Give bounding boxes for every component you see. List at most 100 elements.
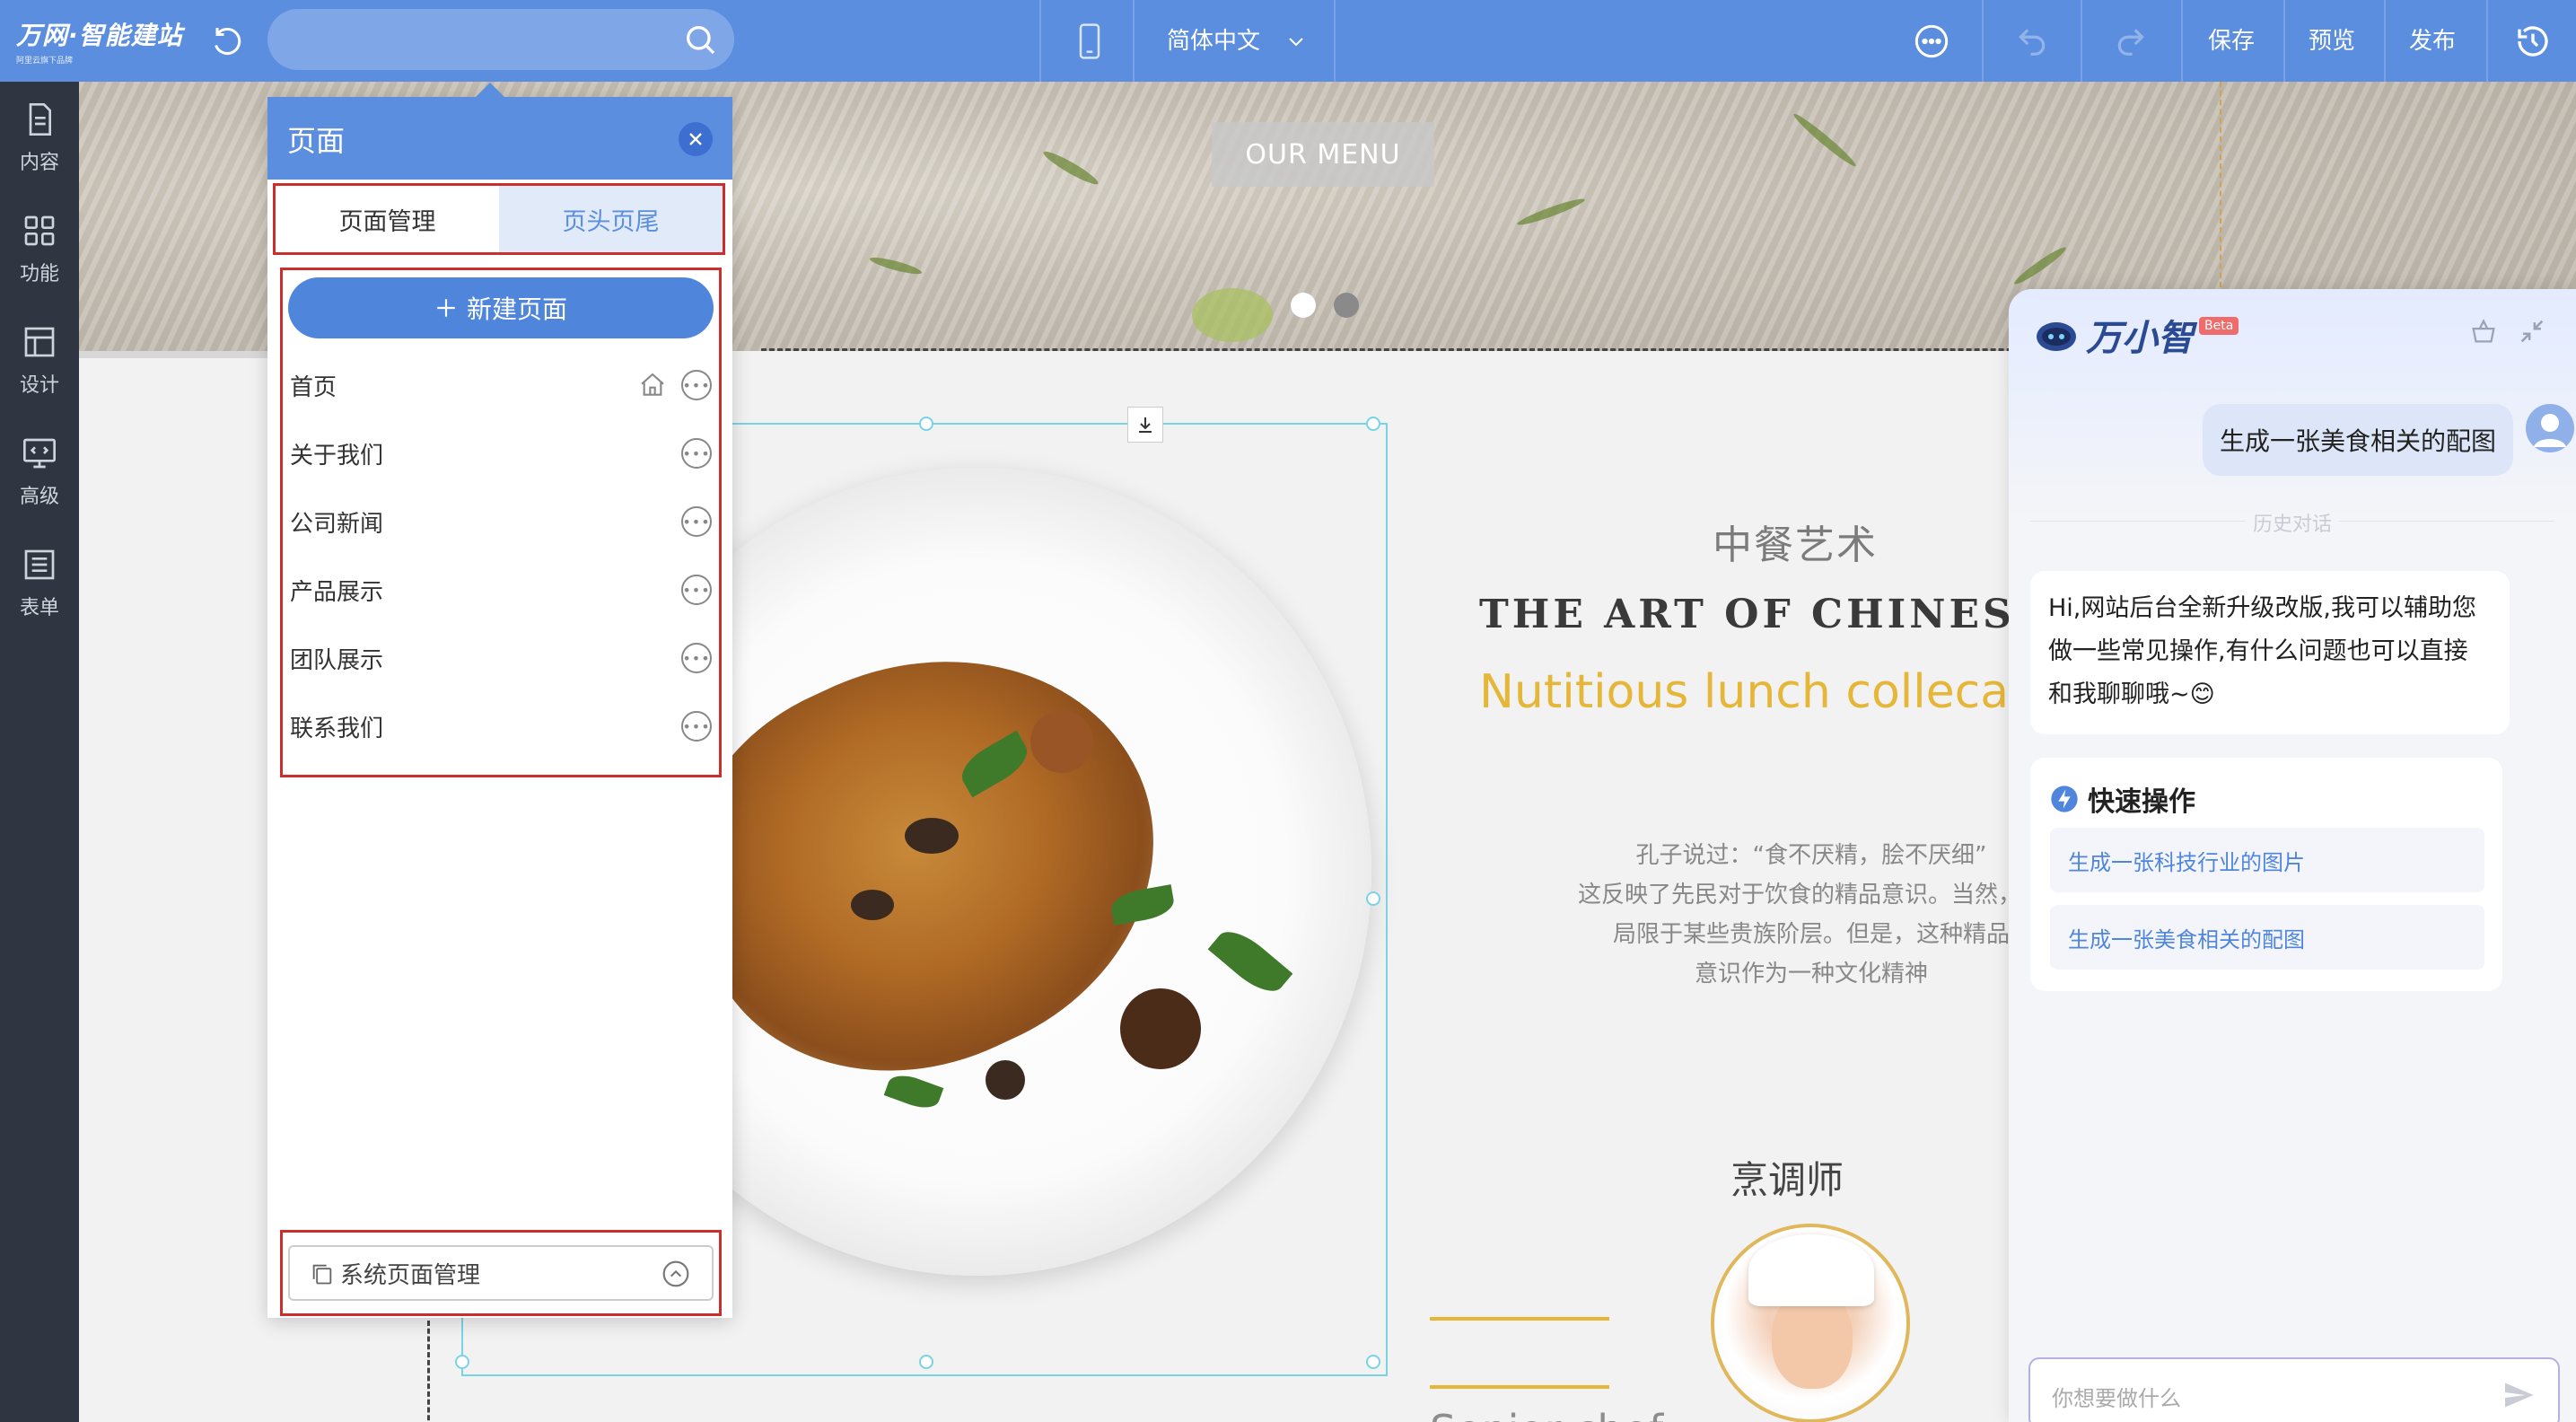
more-icon[interactable]: •••	[681, 370, 712, 400]
section-subtitle[interactable]: Nutitious lunch collecati	[1479, 665, 2040, 719]
accent-line	[1430, 1385, 1609, 1389]
chef-avatar[interactable]	[1711, 1224, 1910, 1422]
chat-input[interactable]: 你想要做什么	[2028, 1357, 2560, 1422]
more-icon[interactable]: •••	[681, 711, 712, 742]
undo-back-icon[interactable]	[208, 22, 248, 61]
redo-icon[interactable]	[2111, 22, 2151, 61]
grid-icon	[24, 215, 55, 246]
assistant-logo: 万小智 Beta	[2036, 309, 2239, 361]
language-select[interactable]: 简体中文	[1167, 22, 1305, 61]
panel-tabs: 页面管理 页头页尾	[273, 183, 725, 255]
new-page-button[interactable]: 新建页面	[288, 277, 714, 338]
our-menu-button[interactable]: OUR MENU	[1212, 122, 1434, 187]
rail-item-label: 设计	[19, 374, 59, 397]
resize-handle[interactable]	[1366, 1355, 1380, 1369]
resize-handle[interactable]	[1366, 417, 1380, 431]
brand-tagline: 阿里云旗下品牌	[16, 57, 74, 66]
mobile-view-icon[interactable]	[1070, 22, 1109, 61]
preview-button[interactable]: 预览	[2309, 22, 2355, 61]
rail-item-label: 表单	[19, 597, 59, 619]
copy-pages-icon	[312, 1264, 332, 1285]
resize-handle[interactable]	[919, 417, 933, 431]
left-rail: 内容 功能 设计 高级 表单	[0, 82, 79, 1422]
home-icon[interactable]	[638, 371, 667, 399]
undo-icon[interactable]	[2012, 22, 2052, 61]
rail-item-content[interactable]: 内容	[0, 82, 79, 193]
search-input[interactable]	[267, 9, 734, 70]
save-button[interactable]: 保存	[2208, 22, 2255, 61]
page-item[interactable]: 产品展示 •••	[290, 563, 712, 617]
resize-handle[interactable]	[919, 1355, 933, 1369]
toolbar-divider	[2486, 0, 2488, 82]
chat-input-placeholder: 你想要做什么	[2052, 1386, 2181, 1411]
system-pages-box: 系统页面管理	[280, 1230, 722, 1316]
search-icon[interactable]	[682, 22, 718, 57]
toolbar-divider	[2081, 0, 2082, 82]
page-item[interactable]: 关于我们 •••	[290, 426, 712, 480]
chevron-up-icon[interactable]	[662, 1260, 690, 1288]
page-item[interactable]: 公司新闻 •••	[290, 495, 712, 549]
send-icon[interactable]	[2502, 1379, 2535, 1411]
ai-assistant-panel: 万小智 Beta 生成一张美食相关的配图 历史对话 Hi,网站后台全新升级改版,…	[2009, 289, 2576, 1422]
tab-page-management[interactable]: 页面管理	[276, 186, 499, 252]
page-label: 关于我们	[290, 442, 384, 470]
history-icon[interactable]	[2513, 22, 2553, 61]
user-message: 生成一张美食相关的配图	[2203, 404, 2513, 476]
herb-decor	[1192, 288, 1273, 342]
section-cn-title[interactable]: 中餐艺术	[1713, 513, 1878, 570]
brand-name: 万网·智能建站	[16, 21, 183, 50]
page-list: 新建页面 首页 ••• 关于我们 ••• 公司新闻 ••• 产品展示 ••• 团…	[280, 268, 722, 777]
more-icon[interactable]: •••	[681, 438, 712, 469]
carousel-dot-active[interactable]	[1291, 293, 1316, 318]
chef-title[interactable]: 烹调师	[1730, 1150, 1844, 1205]
rail-item-label: 功能	[19, 263, 59, 285]
more-icon[interactable]: •••	[681, 643, 712, 673]
clear-icon[interactable]	[2468, 316, 2499, 347]
page-label: 首页	[290, 373, 337, 401]
section-en-title[interactable]: THE ART OF CHINESE	[1479, 592, 2048, 637]
quick-action-item[interactable]: 生成一张美食相关的配图	[2050, 905, 2484, 970]
panel-title: 页面	[287, 124, 346, 158]
rail-item-function[interactable]: 功能	[0, 193, 79, 304]
more-icon[interactable]: •••	[681, 506, 712, 537]
resize-handle[interactable]	[455, 1355, 469, 1369]
document-icon	[29, 103, 51, 136]
system-pages-button[interactable]: 系统页面管理	[288, 1245, 714, 1301]
chef-hat-decor	[1748, 1234, 1874, 1306]
quick-action-item[interactable]: 生成一张科技行业的图片	[2050, 828, 2484, 892]
page-label: 公司新闻	[290, 510, 384, 538]
plus-icon	[437, 299, 455, 317]
rail-item-form[interactable]: 表单	[0, 527, 79, 638]
senior-chef-label[interactable]: Senior chef	[1430, 1406, 1663, 1422]
panel-pointer	[474, 83, 506, 99]
carousel-dot[interactable]	[1334, 293, 1359, 318]
download-icon[interactable]	[1127, 407, 1163, 443]
new-page-label: 新建页面	[466, 294, 567, 324]
code-monitor-icon	[23, 438, 56, 469]
toolbar-divider	[1982, 0, 1984, 82]
herb-decor	[1791, 110, 1859, 170]
rail-item-advanced[interactable]: 高级	[0, 416, 79, 527]
page-item[interactable]: 团队展示 •••	[290, 631, 712, 685]
close-icon[interactable]	[679, 122, 713, 156]
lightning-icon	[2051, 786, 2078, 812]
panel-header: 页面	[267, 83, 732, 180]
history-divider[interactable]: 历史对话	[2030, 508, 2554, 537]
quick-actions-card: 快速操作 生成一张科技行业的图片 生成一张美食相关的配图	[2030, 758, 2502, 991]
page-item-home[interactable]: 首页 •••	[290, 358, 712, 412]
page-label: 联系我们	[290, 715, 384, 742]
toolbar-divider	[1039, 0, 1041, 82]
publish-button[interactable]: 发布	[2409, 22, 2456, 61]
assistant-name: 万小智	[2086, 318, 2194, 359]
top-bar: 万网·智能建站 阿里云旗下品牌 简体中文 保存 预览 发布	[0, 0, 2576, 82]
collapse-icon[interactable]	[2517, 316, 2547, 347]
page-item[interactable]: 联系我们 •••	[290, 699, 712, 753]
toolbar-divider	[2384, 0, 2386, 82]
more-options-icon[interactable]	[1912, 22, 1951, 61]
form-list-icon	[24, 549, 55, 580]
herb-decor	[1515, 195, 1587, 229]
rail-item-design[interactable]: 设计	[0, 304, 79, 416]
tab-header-footer[interactable]: 页头页尾	[499, 186, 723, 252]
resize-handle[interactable]	[1366, 891, 1380, 906]
more-icon[interactable]: •••	[681, 575, 712, 605]
